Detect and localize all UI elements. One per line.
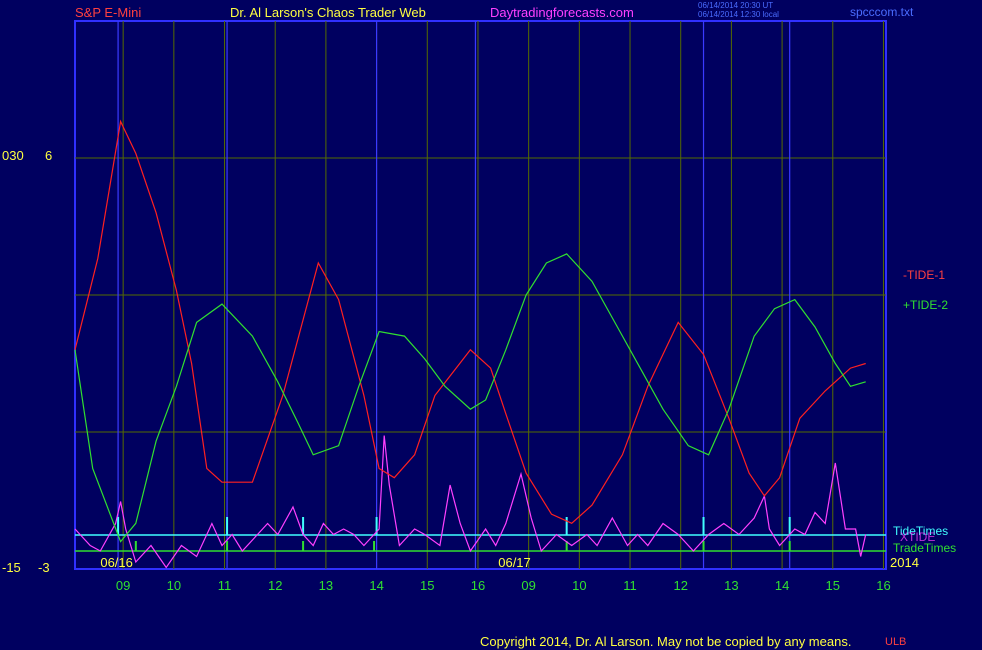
year-label: 2014 (890, 555, 919, 570)
series-tide2 (74, 253, 866, 543)
x-tick-label: 15 (826, 578, 840, 593)
x-tick-label: 11 (218, 578, 232, 593)
x-tick-label: 11 (623, 578, 637, 593)
x-tick-label: 13 (724, 578, 738, 593)
series-tide1 (74, 119, 866, 525)
date-label: 06/16 (100, 555, 133, 570)
x-tick-label: 13 (319, 578, 333, 593)
x-tick-label: 09 (521, 578, 535, 593)
date-label: 06/17 (498, 555, 531, 570)
copyright-notice: Copyright 2014, Dr. Al Larson. May not b… (480, 634, 852, 649)
tide-chart: 09 10 11 12 13 14 15 16 09 10 11 12 13 14 15 16 06/16 06/… (74, 20, 919, 593)
x-tick-label: 14 (369, 578, 383, 593)
x-tick-label: 09 (116, 578, 130, 593)
x-tick-label: 10 (572, 578, 586, 593)
x-tick-label: 12 (268, 578, 282, 593)
x-tick-label: 15 (420, 578, 434, 593)
x-tick-label: 16 (876, 578, 890, 593)
x-tick-label: 14 (775, 578, 789, 593)
series-xtide (74, 435, 867, 569)
x-tick-label: 12 (673, 578, 687, 593)
x-tick-label: 10 (167, 578, 181, 593)
ulb-mark: ULB (885, 636, 907, 648)
x-tick-label: 16 (471, 578, 485, 593)
